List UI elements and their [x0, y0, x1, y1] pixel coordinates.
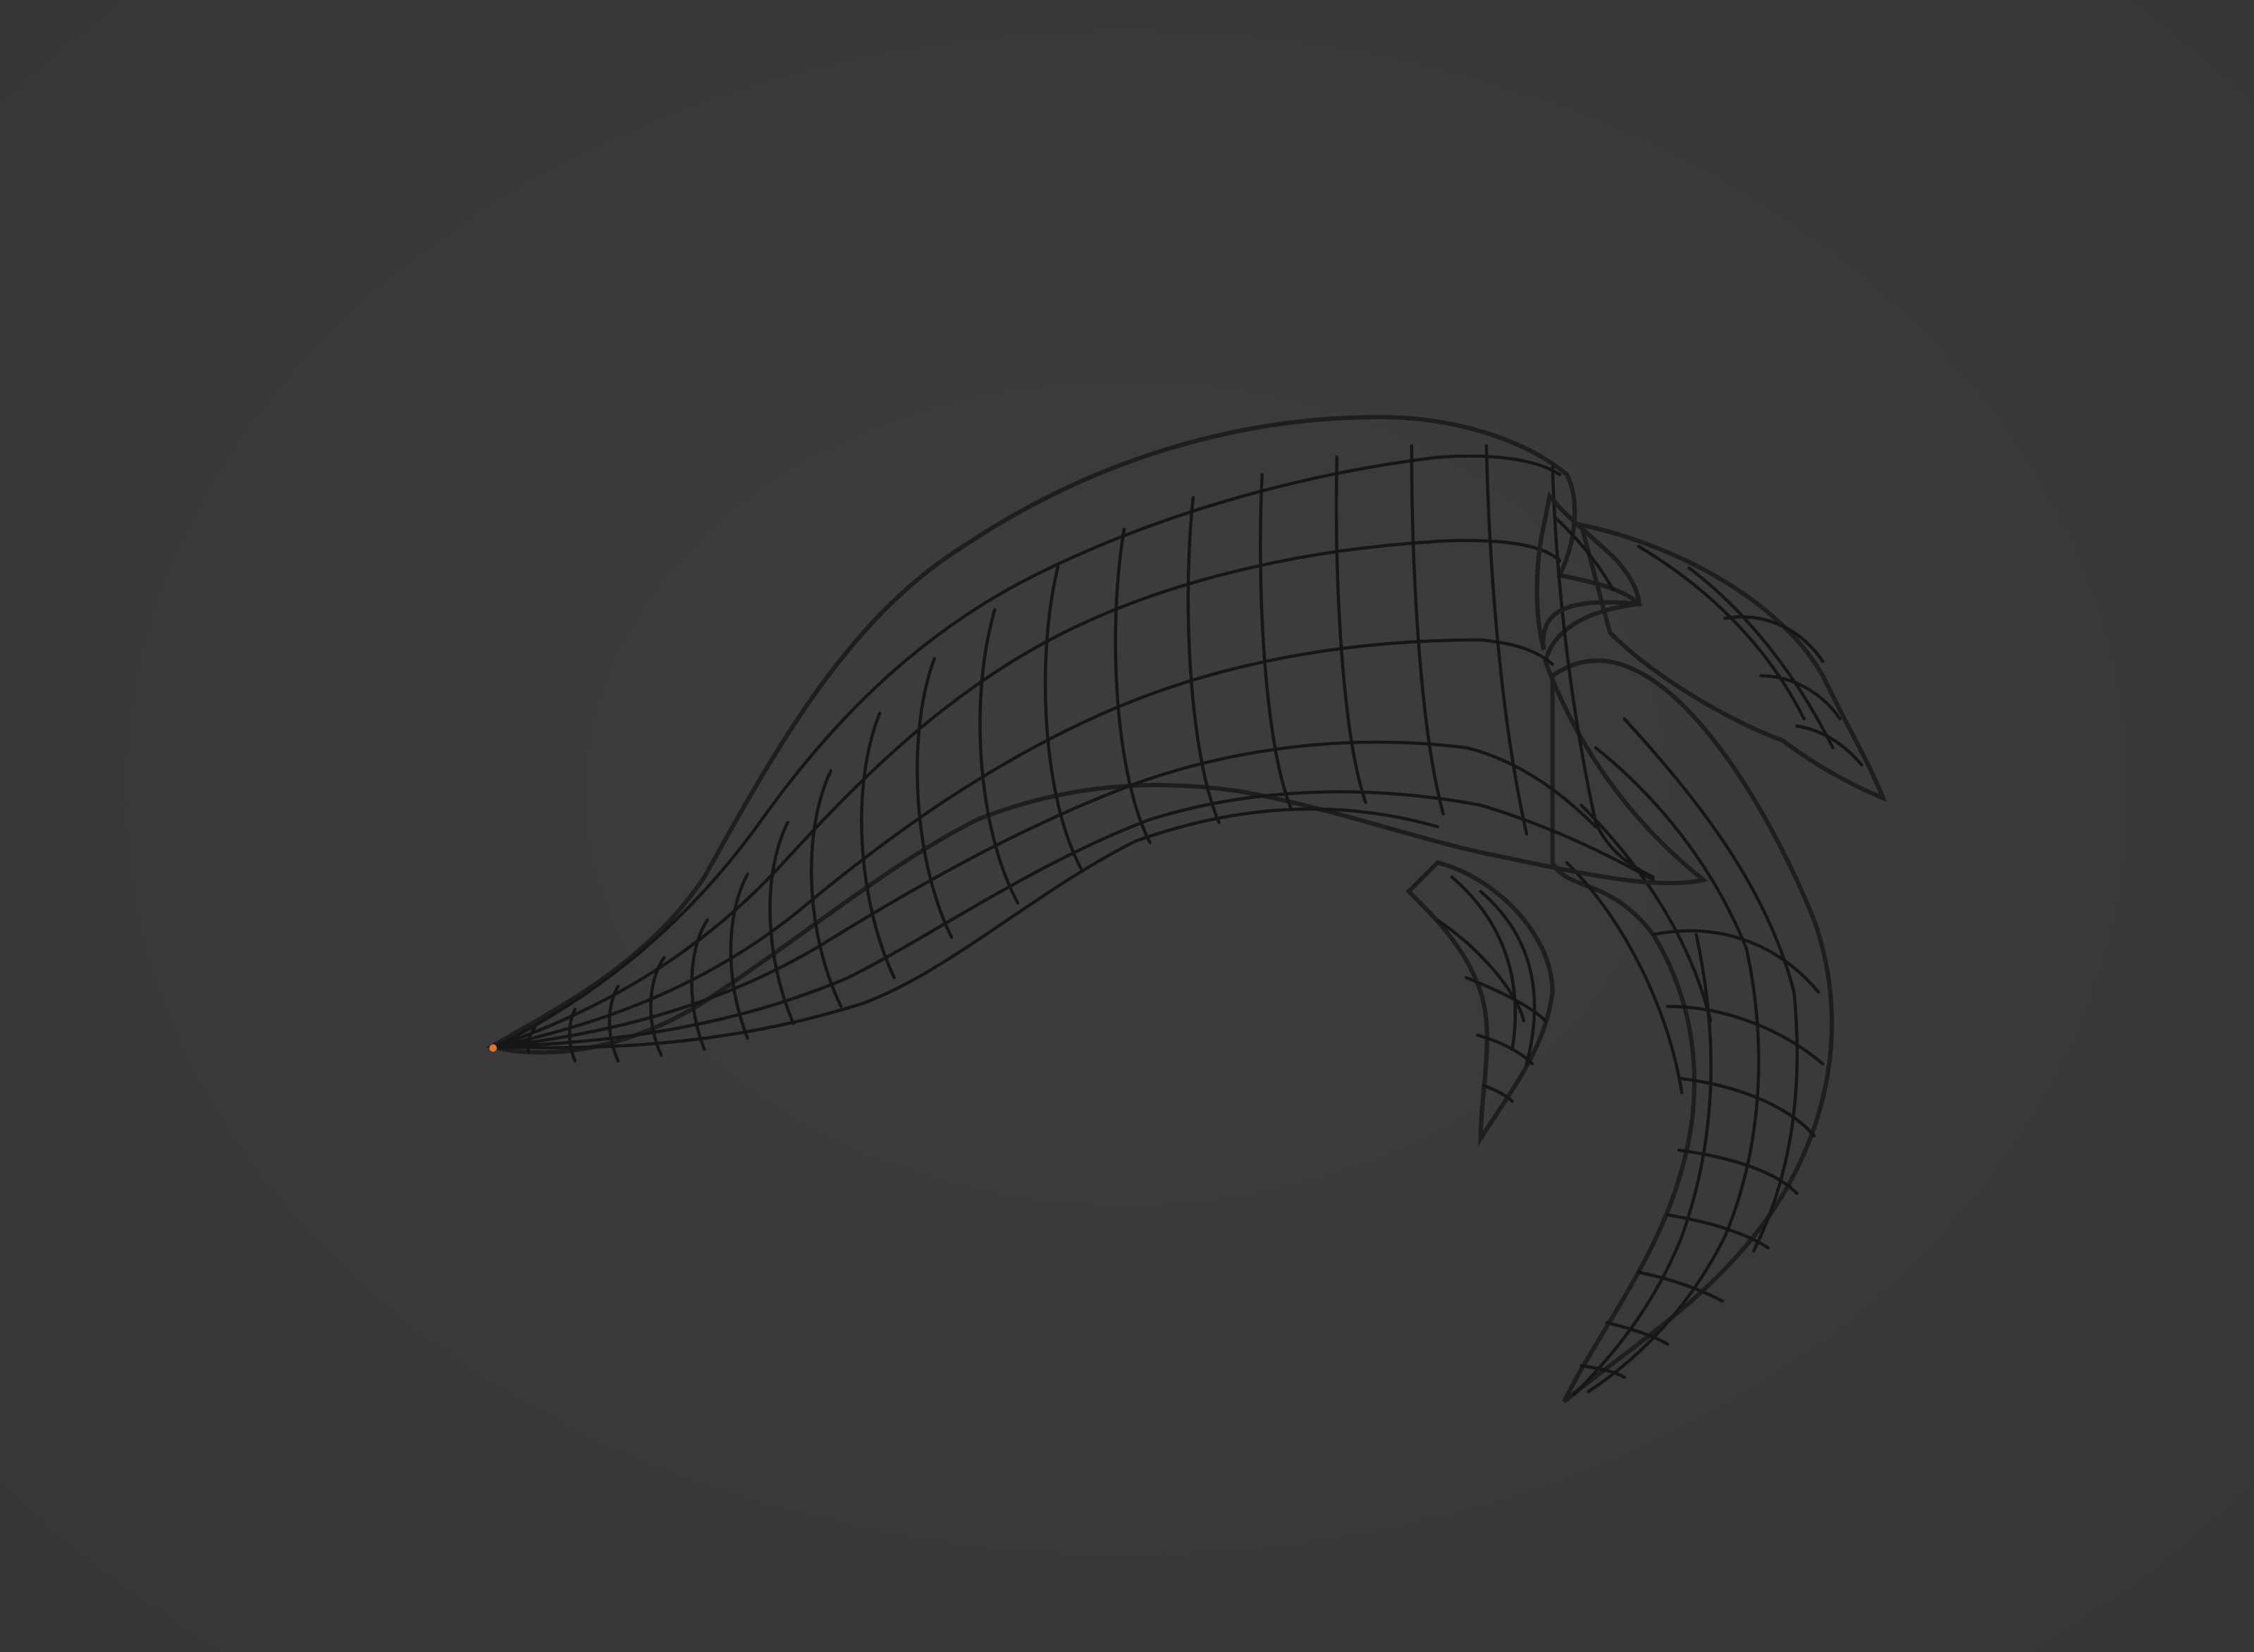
mesh-object[interactable]	[0, 0, 2254, 1652]
upper-spike	[1578, 522, 1887, 802]
lower-spike	[1405, 860, 1555, 1147]
ridge-fin	[1534, 491, 1642, 651]
horn-body	[486, 414, 1708, 1063]
3d-viewport[interactable]	[0, 0, 2254, 1652]
selected-vertex[interactable]	[489, 1044, 497, 1052]
main-claw	[1550, 658, 1835, 1404]
